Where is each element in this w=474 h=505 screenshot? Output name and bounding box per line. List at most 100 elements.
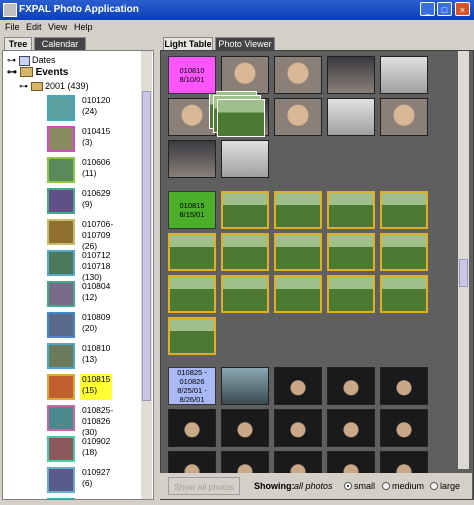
tree-item-name: 010927 — [82, 467, 111, 477]
tree-item-010809[interactable]: 010809 (20) — [47, 312, 139, 340]
minimize-button[interactable]: _ — [420, 2, 435, 16]
photo-thumbnail[interactable] — [168, 233, 216, 271]
photo-thumbnail[interactable] — [274, 409, 322, 447]
photo-thumbnail[interactable] — [380, 191, 428, 229]
tree-item-label-box: 010810 (13) — [80, 343, 112, 369]
expand-icon[interactable]: ⊶ — [7, 67, 17, 78]
tree-scroll-thumb[interactable] — [142, 91, 151, 401]
photo-thumbnail[interactable] — [380, 367, 428, 405]
photo-thumbnail[interactable] — [380, 409, 428, 447]
photo-thumbnail[interactable] — [221, 275, 269, 313]
tree-item-label-box: 010415 (3) — [80, 126, 112, 152]
tree-label-year: 2001 (439) — [45, 81, 89, 91]
photo-thumbnail[interactable] — [168, 140, 216, 178]
photo-thumbnail[interactable] — [221, 409, 269, 447]
photo-thumbnail[interactable] — [274, 98, 322, 136]
window-title: FXPAL Photo Application — [19, 4, 139, 15]
tree-item-010712-010718[interactable]: 010712 010718 (130) — [47, 250, 139, 282]
tab-tree[interactable]: Tree — [4, 37, 32, 50]
tree-item-name: 010415 — [82, 126, 111, 136]
tab-photo-viewer[interactable]: Photo Viewer — [215, 37, 275, 50]
size-large-radio[interactable] — [430, 482, 438, 490]
tree-item-010825-010826[interactable]: 010825-010826 (30) — [47, 405, 139, 437]
menu-help[interactable]: Help — [74, 22, 93, 32]
photo-thumbnail[interactable] — [274, 233, 322, 271]
show-all-photos-button[interactable]: Show all photos — [168, 477, 240, 495]
photo-thumbnail[interactable] — [168, 409, 216, 447]
size-medium-radio[interactable] — [382, 482, 390, 490]
tree-item-label-box: 010825-010826 (30) — [80, 405, 139, 437]
photo-thumbnail[interactable] — [274, 367, 322, 405]
expand-icon[interactable]: ⊶ — [7, 55, 16, 65]
menu-view[interactable]: View — [48, 22, 67, 32]
tree-item-thumbnail — [47, 157, 75, 183]
showing-value: all photos — [294, 481, 333, 491]
light-table-scroll-thumb[interactable] — [459, 259, 468, 287]
menu-bar: File Edit View Help — [0, 20, 474, 34]
event-card-date: 8/15/01 — [179, 210, 205, 219]
folder-icon — [30, 82, 43, 92]
tab-calendar[interactable]: Calendar — [34, 37, 86, 50]
photo-thumbnail[interactable] — [327, 233, 375, 271]
tree-node-dates[interactable]: ⊶ Dates — [7, 55, 56, 66]
left-tab-strip: Tree Calendar — [4, 37, 144, 51]
tree-item-010902[interactable]: 010902 (18) — [47, 436, 139, 464]
tree-item-010415[interactable]: 010415 (3) — [47, 126, 139, 154]
light-table-scrollbar[interactable] — [458, 51, 469, 469]
tree-item-010629[interactable]: 010629 (9) — [47, 188, 139, 216]
tree-scrollbar[interactable] — [141, 51, 152, 499]
close-button[interactable]: × — [455, 2, 470, 16]
photo-thumbnail[interactable] — [221, 191, 269, 229]
photo-thumbnail[interactable] — [274, 275, 322, 313]
event-card-010810[interactable]: 010810 8/10/01 — [168, 56, 216, 94]
menu-file[interactable]: File — [5, 22, 20, 32]
tree-item-name: 010606 — [82, 157, 111, 167]
photo-thumbnail[interactable] — [380, 98, 428, 136]
tree-node-events[interactable]: ⊶ Events — [7, 67, 68, 78]
photo-thumbnail[interactable] — [274, 191, 322, 229]
event-card-010815[interactable]: 010815 8/15/01 — [168, 191, 216, 229]
photo-thumbnail[interactable] — [380, 233, 428, 271]
photo-thumbnail[interactable] — [168, 275, 216, 313]
tree-item-010815[interactable]: 010815 (15) — [47, 374, 139, 402]
photo-thumbnail[interactable] — [221, 233, 269, 271]
tree-item-010706-010709[interactable]: 010706-010709 (26) — [47, 219, 139, 251]
photo-thumbnail[interactable] — [274, 56, 322, 94]
photo-thumbnail[interactable] — [221, 140, 269, 178]
tree-node-year[interactable]: ⊶ 2001 (439) — [19, 81, 89, 92]
photo-thumbnail[interactable] — [168, 317, 216, 355]
photo-thumbnail[interactable] — [221, 56, 269, 94]
dragged-photo-stack[interactable] — [217, 99, 265, 137]
tree-item-010810[interactable]: 010810 (13) — [47, 343, 139, 371]
tree-item-010804[interactable]: 010804 (12) — [47, 281, 139, 309]
photo-thumbnail[interactable] — [327, 409, 375, 447]
photo-thumbnail[interactable] — [327, 275, 375, 313]
expand-icon[interactable]: ⊶ — [19, 81, 28, 91]
photo-thumbnail[interactable] — [327, 56, 375, 94]
bottom-toolbar: Show all photos Showing: all photos smal… — [160, 473, 472, 499]
photo-thumbnail[interactable] — [380, 275, 428, 313]
tree-item-name: 010120 — [82, 95, 111, 105]
tree-item-label-box: 010804 (12) — [80, 281, 112, 307]
tab-light-table[interactable]: Light Table — [163, 37, 213, 50]
tree-item-label-box: 010927 (6) — [80, 467, 112, 493]
event-card-010825-010826[interactable]: 010825 - 010826 8/25/01 - 8/26/01 — [168, 367, 216, 405]
tree-item-count: (20) — [82, 323, 98, 333]
tree-item-010606[interactable]: 010606 (11) — [47, 157, 139, 185]
photo-thumbnail[interactable] — [327, 191, 375, 229]
size-small-radio[interactable] — [344, 482, 352, 490]
tree-item-010120[interactable]: 010120 (24) — [47, 95, 139, 123]
menu-edit[interactable]: Edit — [26, 22, 42, 32]
tree-item-count: (3) — [82, 137, 93, 147]
tree-item-label-box: 010902 (18) — [80, 436, 112, 462]
photo-thumbnail[interactable] — [327, 98, 375, 136]
tree-item-011117[interactable]: 011117(10) — [47, 498, 139, 499]
maximize-button[interactable]: □ — [437, 2, 452, 16]
photo-thumbnail[interactable] — [380, 56, 428, 94]
tree-item-count: (12) — [82, 292, 98, 302]
photo-thumbnail[interactable] — [327, 367, 375, 405]
photo-thumbnail[interactable] — [221, 367, 269, 405]
tree-item-010927[interactable]: 010927 (6) — [47, 467, 139, 495]
tree-item-thumbnail — [47, 219, 75, 245]
light-table: 010810 8/10/01 010815 8/15/01 010825 - 0… — [160, 50, 474, 500]
